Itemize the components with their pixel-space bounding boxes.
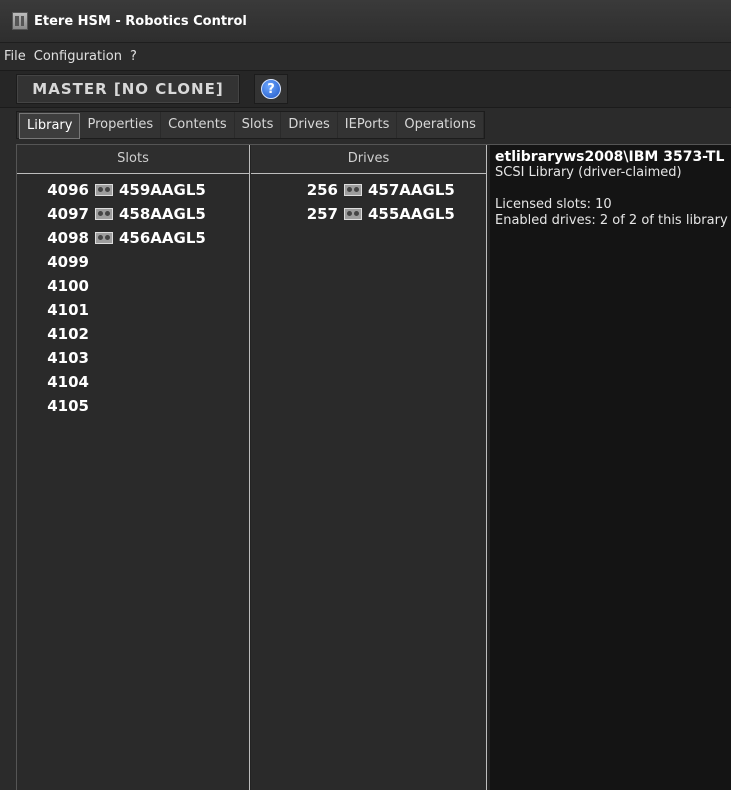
slot-row-number: 4103: [47, 349, 89, 367]
slot-row-number: 4101: [47, 301, 89, 319]
slot-row-number: 4100: [47, 277, 89, 295]
drives-list[interactable]: Drives 256 457AAGL5 257 455AAGL5: [251, 145, 487, 790]
tape-cartridge-icon: [95, 184, 113, 196]
slot-row-number: 4099: [47, 253, 89, 271]
menu-help[interactable]: ?: [126, 49, 141, 64]
drive-row-tape-label: 455AAGL5: [368, 205, 455, 223]
slot-row-tape-label: 456AAGL5: [119, 229, 206, 247]
drive-row[interactable]: 256 457AAGL5: [251, 178, 486, 202]
library-name: etlibraryws2008\IBM 3573-TL: [495, 149, 725, 165]
window-title: Etere HSM - Robotics Control: [34, 13, 247, 29]
tab-operations[interactable]: Operations: [397, 112, 484, 138]
drive-row[interactable]: 257 455AAGL5: [251, 202, 486, 226]
licensed-slots: Licensed slots: 10: [495, 197, 612, 212]
tab-contents[interactable]: Contents: [161, 112, 235, 138]
tape-cartridge-icon: [344, 208, 362, 220]
drive-row-number: 257: [306, 205, 338, 223]
slot-row-tape-label: 458AAGL5: [119, 205, 206, 223]
slot-row-number: 4104: [47, 373, 89, 391]
help-button[interactable]: ?: [254, 74, 288, 104]
tab-slots[interactable]: Slots: [235, 112, 282, 138]
tab-properties[interactable]: Properties: [80, 112, 162, 138]
library-panel: Slots 4096 459AAGL5 4097 458AAGL5 4098 456AAG…: [16, 144, 731, 790]
slot-row[interactable]: 4102: [17, 322, 249, 346]
menu-configuration[interactable]: Configuration: [30, 49, 126, 64]
slot-row-number: 4105: [47, 397, 89, 415]
help-icon: ?: [261, 79, 281, 99]
slot-row-number: 4098: [47, 229, 89, 247]
tab-ieports[interactable]: IEPorts: [338, 112, 398, 138]
tape-cartridge-icon: [344, 184, 362, 196]
toolbar: MASTER [NO CLONE] ?: [0, 70, 731, 108]
tab-library[interactable]: Library: [19, 113, 81, 139]
tape-cartridge-icon: [95, 232, 113, 244]
menu-file[interactable]: File: [0, 49, 30, 64]
menu-bar: File Configuration ?: [0, 43, 731, 69]
slot-row[interactable]: 4101: [17, 298, 249, 322]
slots-header[interactable]: Slots: [17, 145, 249, 174]
slot-row-tape-label: 459AAGL5: [119, 181, 206, 199]
drive-row-tape-label: 457AAGL5: [368, 181, 455, 199]
slot-row[interactable]: 4099: [17, 250, 249, 274]
slot-row[interactable]: 4105: [17, 394, 249, 418]
slot-row-number: 4096: [47, 181, 89, 199]
library-info-panel: etlibraryws2008\IBM 3573-TL SCSI Library…: [490, 145, 731, 790]
tab-bar: Library Properties Contents Slots Drives…: [16, 111, 485, 139]
library-type: SCSI Library (driver-claimed): [495, 165, 682, 180]
library-icon: [12, 12, 28, 30]
tab-drives[interactable]: Drives: [281, 112, 338, 138]
slot-row[interactable]: 4098 456AAGL5: [17, 226, 249, 250]
slot-row[interactable]: 4100: [17, 274, 249, 298]
enabled-drives: Enabled drives: 2 of 2 of this library: [495, 213, 728, 228]
slots-list[interactable]: Slots 4096 459AAGL5 4097 458AAGL5 4098 456AAG…: [17, 145, 250, 790]
slot-row-number: 4097: [47, 205, 89, 223]
title-bar: Etere HSM - Robotics Control: [0, 0, 731, 43]
slot-row-number: 4102: [47, 325, 89, 343]
slot-row[interactable]: 4103: [17, 346, 249, 370]
drives-header[interactable]: Drives: [251, 145, 486, 174]
slot-row[interactable]: 4104: [17, 370, 249, 394]
tape-cartridge-icon: [95, 208, 113, 220]
slot-row[interactable]: 4097 458AAGL5: [17, 202, 249, 226]
master-status-label: MASTER [NO CLONE]: [16, 74, 240, 104]
drive-row-number: 256: [306, 181, 338, 199]
slot-row[interactable]: 4096 459AAGL5: [17, 178, 249, 202]
